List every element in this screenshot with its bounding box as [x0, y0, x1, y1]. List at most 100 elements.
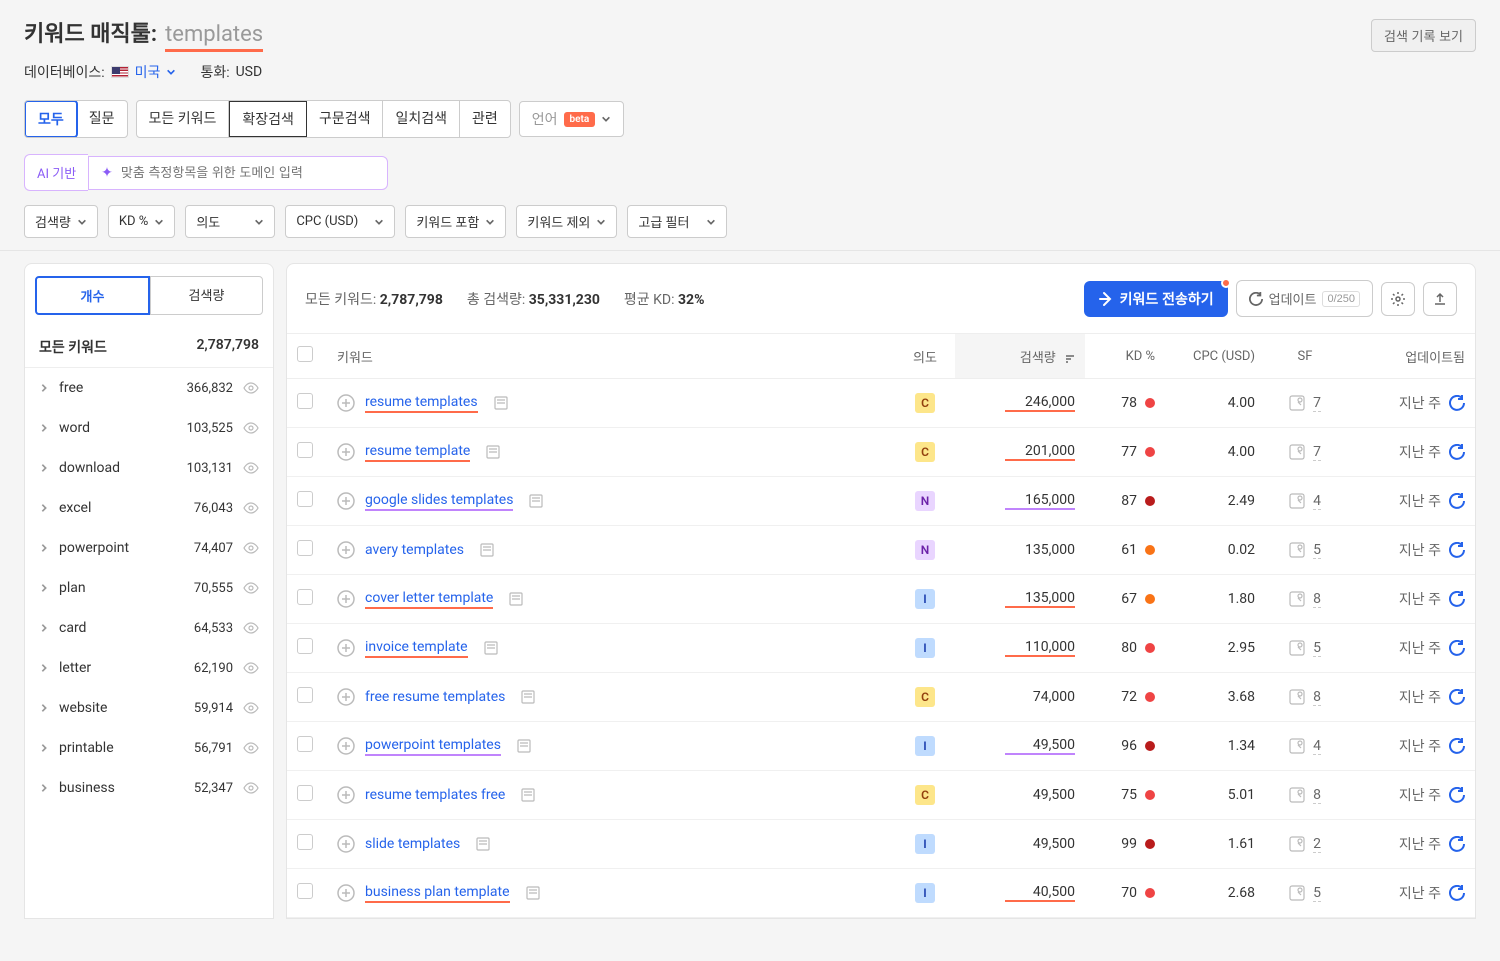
refresh-icon[interactable]: [1449, 787, 1465, 803]
col-updated[interactable]: 업데이트됨: [1345, 334, 1475, 379]
serp-features-icon[interactable]: [1289, 885, 1305, 901]
row-checkbox[interactable]: [297, 589, 313, 605]
eye-icon[interactable]: [243, 620, 259, 636]
filter-cpc[interactable]: CPC (USD): [285, 205, 395, 238]
row-checkbox[interactable]: [297, 736, 313, 752]
refresh-icon[interactable]: [1449, 738, 1465, 754]
filter-include[interactable]: 키워드 포함: [405, 205, 506, 238]
tab-broad-match[interactable]: 확장검색: [229, 101, 307, 137]
serp-features-icon[interactable]: [1289, 689, 1305, 705]
row-checkbox[interactable]: [297, 883, 313, 899]
sidebar-item-plan[interactable]: plan 70,555: [25, 568, 273, 608]
tab-related[interactable]: 관련: [460, 101, 510, 137]
settings-button[interactable]: [1381, 282, 1415, 316]
eye-icon[interactable]: [243, 580, 259, 596]
keyword-link[interactable]: resume templates free: [365, 787, 505, 803]
serp-features-icon[interactable]: [1289, 591, 1305, 607]
serp-icon[interactable]: [480, 543, 494, 557]
serp-features-icon[interactable]: [1289, 493, 1305, 509]
sidebar-item-card[interactable]: card 64,533: [25, 608, 273, 648]
serp-features-icon[interactable]: [1289, 787, 1305, 803]
keyword-link[interactable]: cover letter template: [365, 590, 493, 609]
serp-icon[interactable]: [521, 788, 535, 802]
col-kd[interactable]: KD %: [1085, 334, 1165, 379]
sidebar-item-download[interactable]: download 103,131: [25, 448, 273, 488]
row-checkbox[interactable]: [297, 785, 313, 801]
add-icon[interactable]: [337, 443, 355, 461]
eye-icon[interactable]: [243, 380, 259, 396]
serp-features-icon[interactable]: [1289, 640, 1305, 656]
tab-all-keywords[interactable]: 모든 키워드: [137, 101, 230, 137]
refresh-icon[interactable]: [1449, 444, 1465, 460]
add-icon[interactable]: [337, 835, 355, 853]
filter-volume[interactable]: 검색량: [24, 205, 98, 238]
language-selector[interactable]: 언어 beta: [519, 101, 625, 137]
row-checkbox[interactable]: [297, 540, 313, 556]
eye-icon[interactable]: [243, 540, 259, 556]
sidebar-item-free[interactable]: free 366,832: [25, 368, 273, 408]
col-cpc[interactable]: CPC (USD): [1165, 334, 1265, 379]
keyword-link[interactable]: free resume templates: [365, 689, 505, 705]
view-history-button[interactable]: 검색 기록 보기: [1371, 19, 1476, 52]
ai-domain-input[interactable]: [121, 165, 375, 180]
filter-exclude[interactable]: 키워드 제외: [516, 205, 617, 238]
sidebar-item-excel[interactable]: excel 76,043: [25, 488, 273, 528]
send-keywords-button[interactable]: 키워드 전송하기: [1084, 281, 1228, 317]
refresh-icon[interactable]: [1449, 591, 1465, 607]
refresh-icon[interactable]: [1449, 836, 1465, 852]
col-volume[interactable]: 검색량: [955, 334, 1085, 379]
update-button[interactable]: 업데이트 0/250: [1236, 280, 1373, 317]
refresh-icon[interactable]: [1449, 640, 1465, 656]
refresh-icon[interactable]: [1449, 542, 1465, 558]
serp-icon[interactable]: [521, 690, 535, 704]
tab-questions[interactable]: 질문: [77, 101, 127, 137]
serp-icon[interactable]: [526, 886, 540, 900]
sidebar-tab-volume[interactable]: 검색량: [150, 276, 263, 315]
col-keyword[interactable]: 키워드: [327, 334, 895, 379]
keyword-link[interactable]: powerpoint templates: [365, 737, 501, 756]
col-sf[interactable]: SF: [1265, 334, 1345, 379]
keyword-link[interactable]: resume template: [365, 443, 470, 462]
keyword-link[interactable]: invoice template: [365, 639, 468, 658]
add-icon[interactable]: [337, 639, 355, 657]
eye-icon[interactable]: [243, 420, 259, 436]
refresh-icon[interactable]: [1449, 395, 1465, 411]
keyword-link[interactable]: resume templates: [365, 394, 478, 413]
sidebar-item-business[interactable]: business 52,347: [25, 768, 273, 808]
refresh-icon[interactable]: [1449, 493, 1465, 509]
sidebar-item-website[interactable]: website 59,914: [25, 688, 273, 728]
serp-icon[interactable]: [529, 494, 543, 508]
add-icon[interactable]: [337, 394, 355, 412]
eye-icon[interactable]: [243, 660, 259, 676]
row-checkbox[interactable]: [297, 638, 313, 654]
export-button[interactable]: [1423, 282, 1457, 316]
serp-features-icon[interactable]: [1289, 395, 1305, 411]
eye-icon[interactable]: [243, 780, 259, 796]
tab-all[interactable]: 모두: [24, 100, 78, 138]
serp-icon[interactable]: [486, 445, 500, 459]
serp-features-icon[interactable]: [1289, 444, 1305, 460]
ai-domain-input-wrap[interactable]: ✦: [88, 156, 388, 190]
serp-icon[interactable]: [484, 641, 498, 655]
row-checkbox[interactable]: [297, 491, 313, 507]
filter-intent[interactable]: 의도: [185, 205, 275, 238]
add-icon[interactable]: [337, 688, 355, 706]
eye-icon[interactable]: [243, 460, 259, 476]
keyword-link[interactable]: avery templates: [365, 542, 464, 558]
sidebar-item-powerpoint[interactable]: powerpoint 74,407: [25, 528, 273, 568]
sidebar-item-letter[interactable]: letter 62,190: [25, 648, 273, 688]
col-intent[interactable]: 의도: [895, 334, 955, 379]
row-checkbox[interactable]: [297, 834, 313, 850]
keyword-link[interactable]: business plan template: [365, 884, 510, 903]
add-icon[interactable]: [337, 884, 355, 902]
add-icon[interactable]: [337, 590, 355, 608]
add-icon[interactable]: [337, 541, 355, 559]
sidebar-item-word[interactable]: word 103,525: [25, 408, 273, 448]
row-checkbox[interactable]: [297, 393, 313, 409]
eye-icon[interactable]: [243, 700, 259, 716]
select-all-checkbox[interactable]: [297, 346, 313, 362]
keyword-link[interactable]: google slides templates: [365, 492, 513, 511]
refresh-icon[interactable]: [1449, 885, 1465, 901]
refresh-icon[interactable]: [1449, 689, 1465, 705]
serp-features-icon[interactable]: [1289, 738, 1305, 754]
